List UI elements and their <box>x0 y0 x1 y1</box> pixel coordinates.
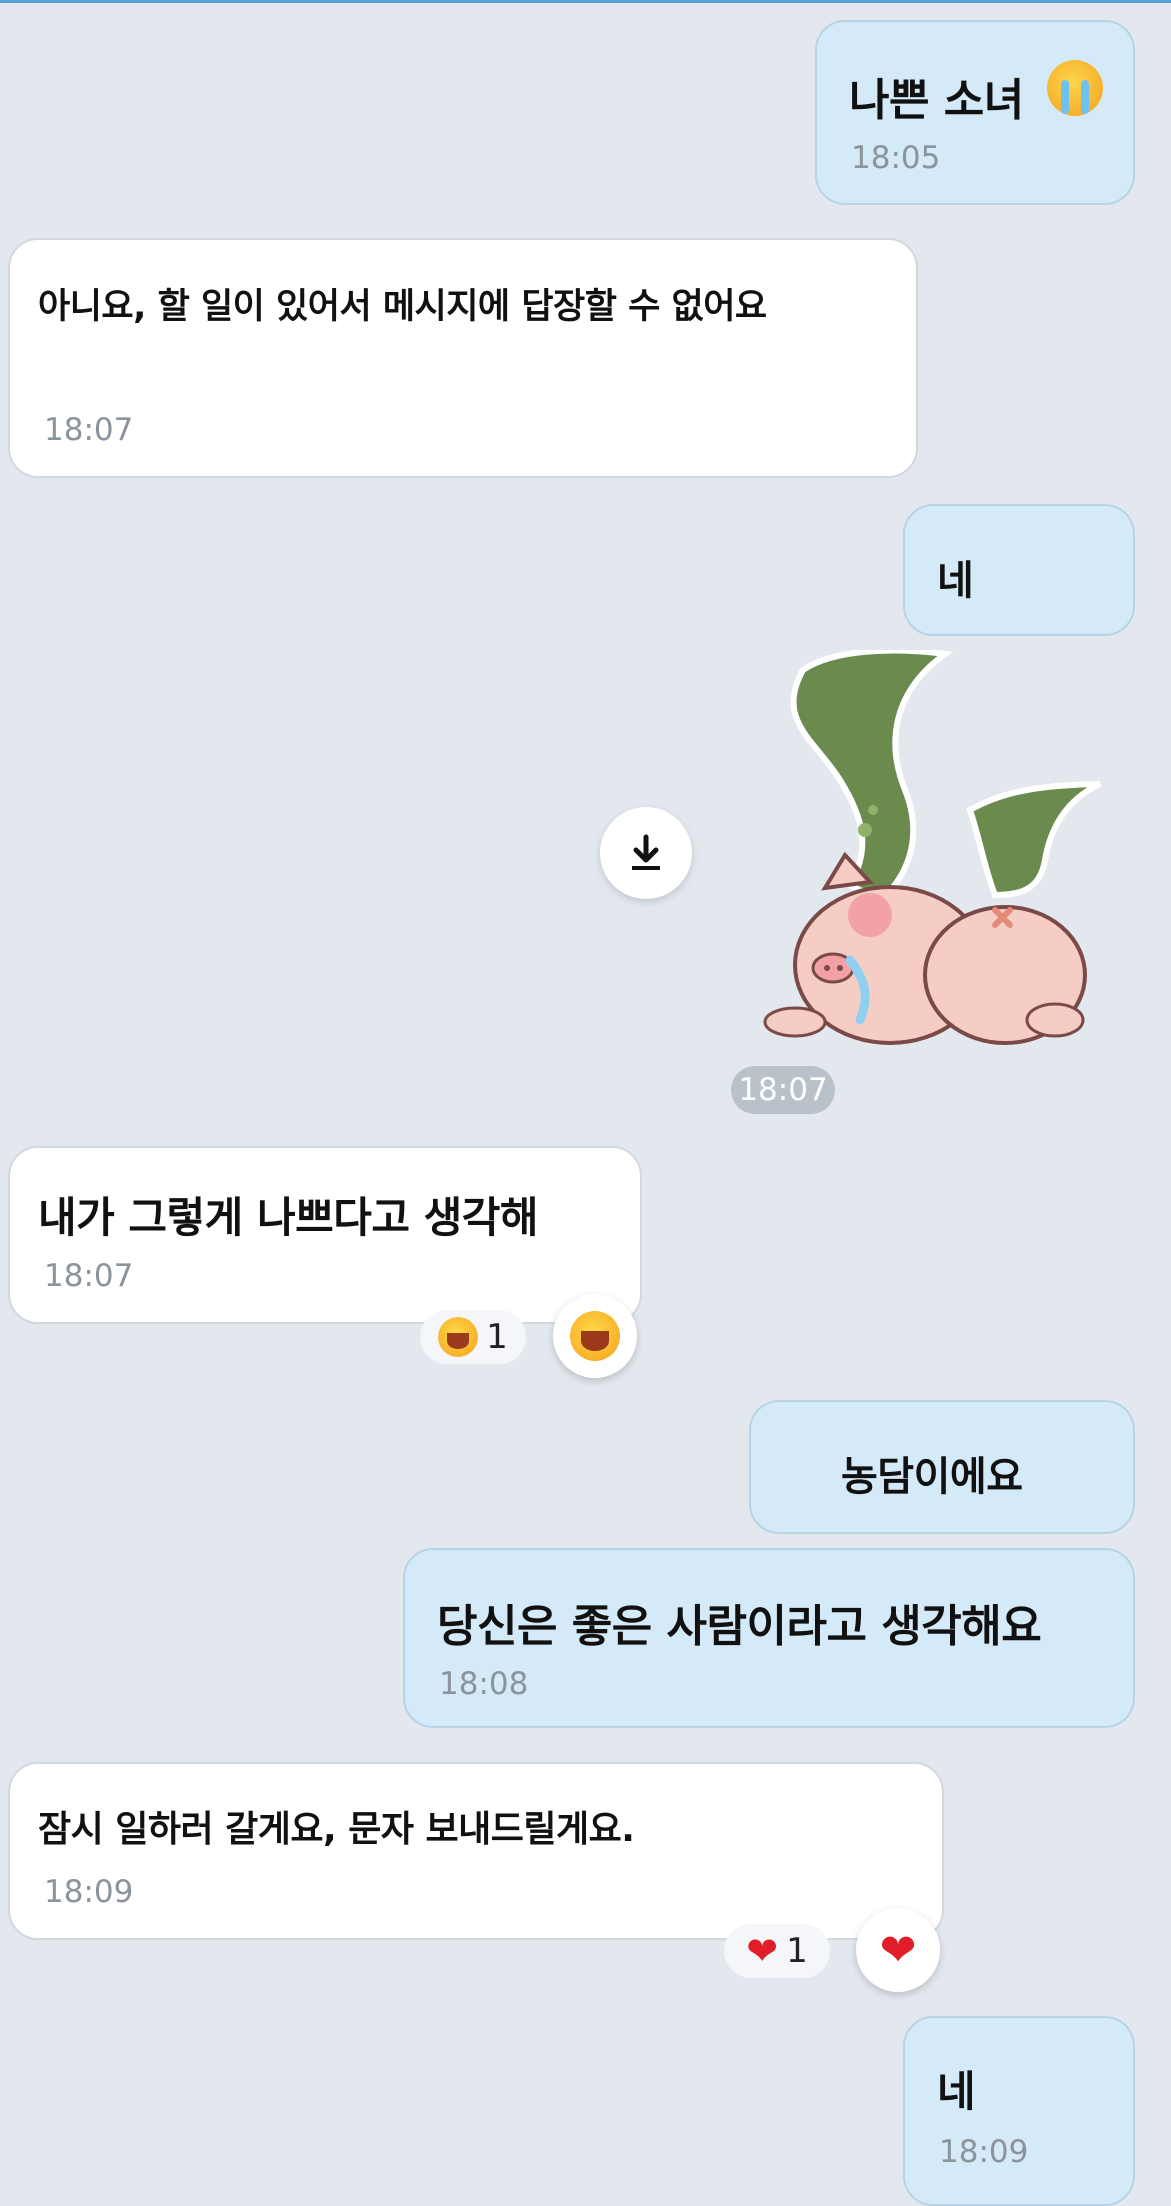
incoming-message[interactable]: 잠시 일하러 갈게요, 문자 보내드릴게요. 18:09 <box>8 1762 944 1940</box>
laughing-face-icon <box>438 1317 479 1357</box>
message-text: 잠시 일하러 갈게요, 문자 보내드릴게요. <box>38 1809 635 1850</box>
incoming-message[interactable]: 내가 그렇게 나쁘다고 생각해 18:07 <box>8 1146 642 1324</box>
message-text: 당신은 좋은 사람이라고 생각해요 <box>437 1601 1042 1652</box>
message-text: 네 <box>937 2067 976 2116</box>
add-reaction-button[interactable] <box>553 1294 637 1378</box>
reaction-count-value: 1 <box>786 1931 808 1971</box>
reaction-count[interactable]: ❤ 1 <box>724 1924 830 1978</box>
message-time: 18:09 <box>44 1874 134 1910</box>
crying-pig-sticker[interactable] <box>755 650 1105 1055</box>
download-icon <box>632 834 660 870</box>
message-text: 농담이에요 <box>841 1454 1023 1500</box>
outgoing-message[interactable]: 당신은 좋은 사람이라고 생각해요 18:08 <box>403 1548 1135 1728</box>
download-button[interactable] <box>600 807 692 899</box>
message-time: 18:05 <box>851 140 941 176</box>
heart-icon: ❤ <box>879 1924 917 1976</box>
laughing-face-icon <box>570 1311 620 1361</box>
message-text: 내가 그렇게 나쁘다고 생각해 <box>38 1193 539 1242</box>
outgoing-message[interactable]: 네 <box>903 504 1135 636</box>
message-time: 18:07 <box>44 1258 134 1294</box>
incoming-message[interactable]: 아니요, 할 일이 있어서 메시지에 답장할 수 없어요 18:07 <box>8 238 918 478</box>
message-time: 18:07 <box>44 412 134 448</box>
crying-face-icon <box>1047 60 1103 116</box>
heart-icon: ❤ <box>746 1929 779 1973</box>
reaction-count[interactable]: 1 <box>420 1310 526 1364</box>
message-text: 아니요, 할 일이 있어서 메시지에 답장할 수 없어요 <box>38 287 767 327</box>
message-time: 18:09 <box>939 2134 1029 2170</box>
outgoing-message[interactable]: 네 18:09 <box>903 2016 1135 2206</box>
message-time: 18:08 <box>439 1666 529 1702</box>
outgoing-message[interactable]: 농담이에요 <box>749 1400 1135 1534</box>
outgoing-message[interactable]: 나쁜 소녀 18:05 <box>815 20 1135 205</box>
top-accent-line <box>0 0 1171 3</box>
sticker-time: 18:07 <box>731 1066 835 1114</box>
message-text: 네 <box>937 558 974 604</box>
reaction-count-value: 1 <box>486 1317 508 1357</box>
message-text: 나쁜 소녀 <box>849 75 1024 126</box>
add-reaction-button[interactable]: ❤ <box>856 1908 940 1992</box>
